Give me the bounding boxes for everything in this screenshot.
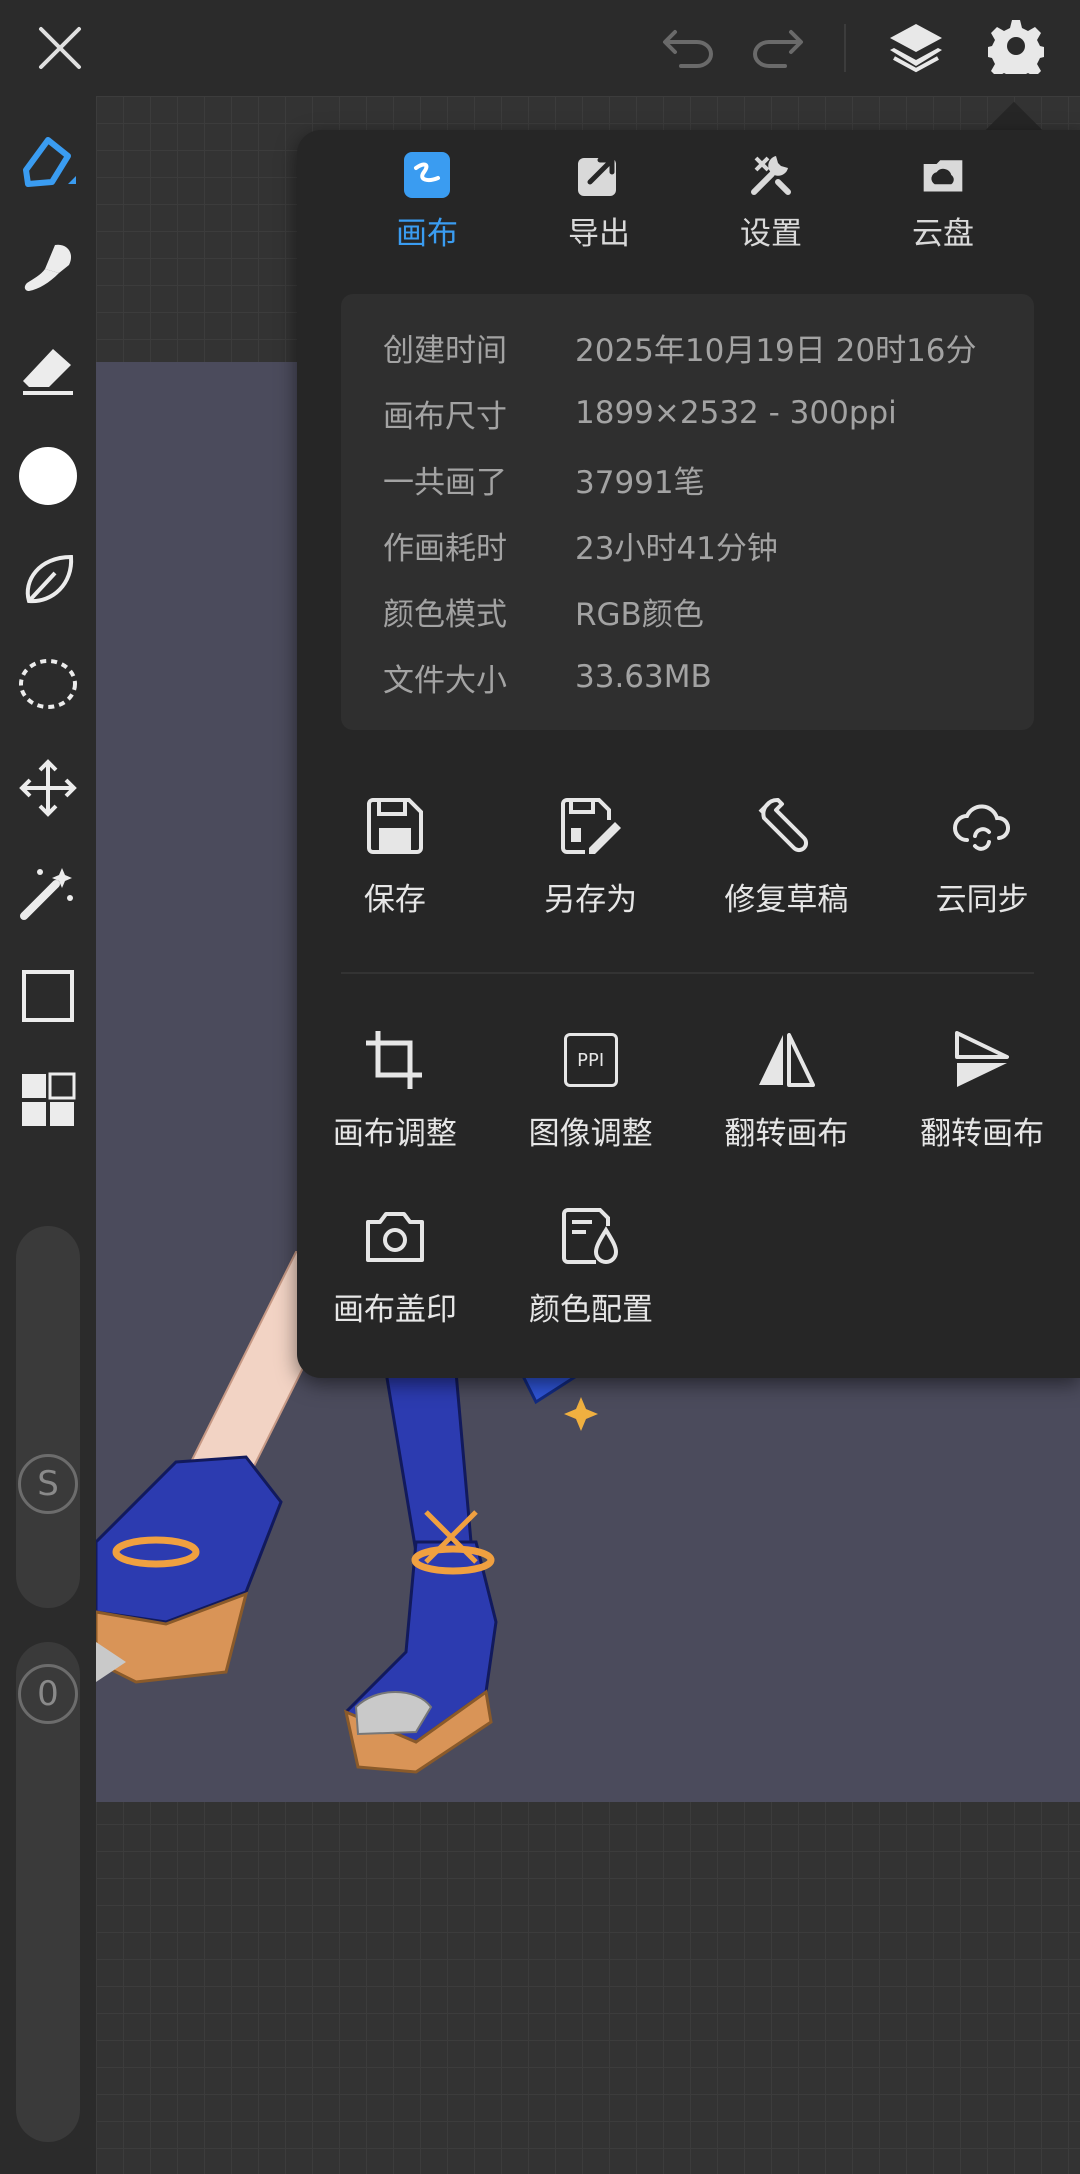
save-as-button[interactable]: 另存为: [493, 790, 689, 919]
tool-sidebar: S 0: [0, 96, 96, 2174]
brush-size-slider[interactable]: [16, 1226, 80, 1608]
info-key: 文件大小: [383, 662, 507, 699]
file-actions-row: 保存 另存为 修复草稿 云同步: [297, 790, 1080, 919]
save-icon: [359, 790, 431, 862]
info-row: 颜色模式 RGB颜色: [341, 578, 1034, 644]
ppi-icon: PPI: [555, 1024, 627, 1096]
color-profile-icon: [555, 1200, 627, 1272]
info-value: 1899×2532 - 300ppi: [575, 395, 897, 431]
color-circle[interactable]: [12, 440, 84, 512]
action-label: 云同步: [935, 882, 1029, 918]
flip-horizontal-icon: [750, 1024, 822, 1096]
tab-export[interactable]: 导出: [513, 152, 685, 272]
gear-icon[interactable]: [984, 14, 1048, 78]
action-label: 修复草稿: [724, 882, 849, 918]
canvas-actions-row: 画布调整 PPI 图像调整 翻转画布 翻转画布: [297, 1024, 1080, 1153]
popup-tabs: 画布 导出 设置 云盘: [297, 152, 1080, 272]
move-icon[interactable]: [12, 752, 84, 824]
image-adjust-button[interactable]: PPI 图像调整: [493, 1024, 689, 1153]
tab-label: 设置: [740, 216, 802, 252]
info-key: 创建时间: [383, 332, 507, 369]
tab-canvas[interactable]: 画布: [341, 152, 513, 272]
save-as-icon: [555, 790, 627, 862]
info-row: 画布尺寸 1899×2532 - 300ppi: [341, 380, 1034, 446]
extra-actions-row: 画布盖印 颜色配置: [297, 1200, 1080, 1329]
brush-size-label: S: [18, 1454, 78, 1514]
info-value: 23小时41分钟: [575, 530, 778, 567]
lasso-icon[interactable]: [12, 648, 84, 720]
eraser-icon[interactable]: [12, 336, 84, 408]
canvas-icon: [404, 152, 450, 198]
action-label: 保存: [363, 882, 426, 918]
pen-icon[interactable]: [12, 126, 84, 198]
settings-tools-icon: [748, 152, 794, 198]
action-label: 翻转画布: [724, 1116, 849, 1152]
tab-settings[interactable]: 设置: [685, 152, 857, 272]
layers-icon[interactable]: [884, 16, 948, 80]
cloud-sync-icon: [946, 790, 1018, 862]
canvas-info-card: 创建时间 2025年10月19日 20时16分 画布尺寸 1899×2532 - 3…: [341, 294, 1034, 730]
info-key: 颜色模式: [383, 596, 507, 633]
info-row: 一共画了 37991笔: [341, 446, 1034, 512]
info-key: 作画耗时: [383, 530, 507, 567]
info-key: 画布尺寸: [383, 398, 507, 435]
info-value: RGB颜色: [575, 596, 704, 633]
tab-label: 画布: [396, 216, 458, 252]
toolbar-divider: [844, 24, 846, 72]
repair-draft-button[interactable]: 修复草稿: [689, 790, 885, 919]
info-row: 文件大小 33.63MB: [341, 644, 1034, 710]
grid-icon[interactable]: [12, 1064, 84, 1136]
info-value: 33.63MB: [575, 659, 712, 695]
flip-vertical-icon: [946, 1024, 1018, 1096]
crop-icon: [359, 1024, 431, 1096]
canvas-settings-popup: 画布 导出 设置 云盘 创建时间 2025年10月19日 20时16分 画布尺寸 1…: [297, 130, 1080, 1378]
magic-wand-icon[interactable]: [12, 856, 84, 928]
info-row: 创建时间 2025年10月19日 20时16分: [341, 314, 1034, 380]
action-label: 颜色配置: [529, 1292, 653, 1328]
leaf-icon[interactable]: [12, 544, 84, 616]
camera-icon: [359, 1200, 431, 1272]
info-key: 一共画了: [383, 464, 507, 501]
save-button[interactable]: 保存: [297, 790, 493, 919]
canvas-stamp-button[interactable]: 画布盖印: [297, 1200, 493, 1329]
top-toolbar: [0, 0, 1080, 96]
undo-icon[interactable]: [658, 18, 718, 78]
action-label: 另存为: [544, 882, 638, 918]
tab-label: 导出: [568, 216, 630, 252]
tab-cloud-drive[interactable]: 云盘: [857, 152, 1029, 272]
info-row: 作画耗时 23小时41分钟: [341, 512, 1034, 578]
cloud-sync-button[interactable]: 云同步: [884, 790, 1080, 919]
info-value: 37991笔: [575, 464, 705, 501]
action-label: 画布盖印: [333, 1292, 457, 1328]
section-divider: [341, 972, 1034, 974]
export-icon: [576, 152, 622, 198]
opacity-label: 0: [18, 1664, 78, 1724]
info-value: 2025年10月19日 20时16分: [575, 332, 977, 369]
redo-icon[interactable]: [748, 18, 808, 78]
action-label: 翻转画布: [920, 1116, 1045, 1152]
action-label: 图像调整: [528, 1116, 653, 1152]
flip-canvas-horizontal-button[interactable]: 翻转画布: [689, 1024, 885, 1153]
close-icon[interactable]: [30, 18, 90, 78]
canvas-adjust-button[interactable]: 画布调整: [297, 1024, 493, 1153]
flip-canvas-vertical-button[interactable]: 翻转画布: [884, 1024, 1080, 1153]
color-profile-button[interactable]: 颜色配置: [493, 1200, 689, 1329]
tab-label: 云盘: [912, 216, 974, 252]
cloud-drive-icon: [920, 152, 966, 198]
action-label: 画布调整: [332, 1116, 457, 1152]
smudge-icon[interactable]: [12, 232, 84, 304]
rectangle-icon[interactable]: [12, 960, 84, 1032]
wrench-icon: [750, 790, 822, 862]
